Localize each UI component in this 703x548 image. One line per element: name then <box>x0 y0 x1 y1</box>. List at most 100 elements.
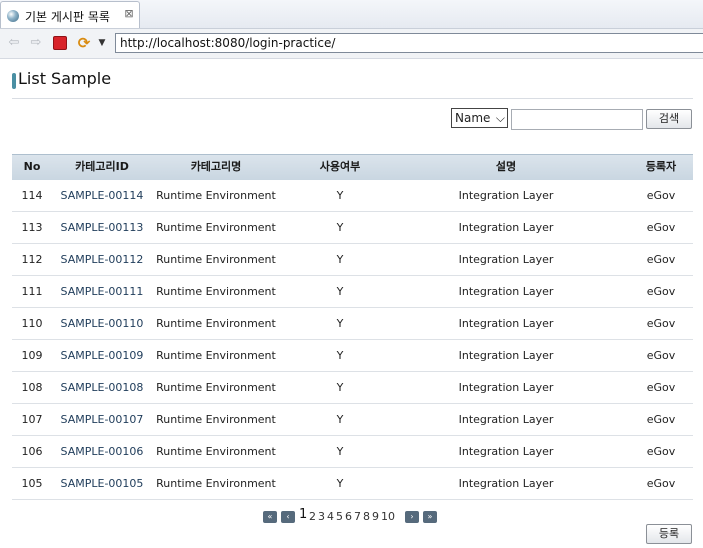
title-divider <box>12 98 693 99</box>
search-button[interactable]: 검색 <box>646 109 692 129</box>
table-row: 109 SAMPLE-00109 Runtime Environment Y I… <box>12 340 693 372</box>
table-row: 112 SAMPLE-00112 Runtime Environment Y I… <box>12 244 693 276</box>
search-input[interactable] <box>511 109 643 130</box>
search-type-select[interactable]: Name ⌵ <box>451 108 508 128</box>
cell-registrant: eGov <box>646 413 676 426</box>
title-marker-icon <box>12 73 16 89</box>
cell-no: 109 <box>21 349 43 362</box>
cell-category-id-link[interactable]: SAMPLE-00112 <box>56 244 148 275</box>
column-header-use-flag[interactable]: 사용여부 <box>310 155 370 181</box>
cell-registrant: eGov <box>646 317 676 330</box>
page-link[interactable]: 9 <box>372 509 379 525</box>
column-header-registrant[interactable]: 등록자 <box>638 155 684 181</box>
cell-description: Integration Layer <box>458 381 554 394</box>
cell-description: Integration Layer <box>458 253 554 266</box>
browser-tab[interactable]: 기본 게시판 목록 ⊠ <box>0 1 140 28</box>
cell-category-name: Runtime Environment <box>156 349 276 362</box>
cell-use-flag: Y <box>336 221 344 234</box>
page-link[interactable]: 8 <box>363 509 370 525</box>
prev-page-icon[interactable]: ‹ <box>281 511 295 523</box>
cell-description: Integration Layer <box>458 413 554 426</box>
forward-arrow-icon[interactable]: ⇨ <box>27 34 45 52</box>
cell-use-flag: Y <box>336 413 344 426</box>
table-row: 106 SAMPLE-00106 Runtime Environment Y I… <box>12 436 693 468</box>
browser-nav-bar: ⇦ ⇨ ⟳ ▼ http://localhost:8080/login-prac… <box>0 29 703 59</box>
table-row: 105 SAMPLE-00105 Runtime Environment Y I… <box>12 468 693 500</box>
chevron-down-icon: ⌵ <box>495 111 505 125</box>
cell-category-id-link[interactable]: SAMPLE-00110 <box>56 308 148 339</box>
cell-category-id-link[interactable]: SAMPLE-00113 <box>56 212 148 243</box>
cell-category-name: Runtime Environment <box>156 253 276 266</box>
cell-registrant: eGov <box>646 253 676 266</box>
cell-category-name: Runtime Environment <box>156 221 276 234</box>
cell-use-flag: Y <box>336 349 344 362</box>
cell-use-flag: Y <box>336 253 344 266</box>
last-page-icon[interactable]: » <box>423 511 437 523</box>
cell-category-name: Runtime Environment <box>156 381 276 394</box>
page-link[interactable]: 5 <box>336 509 343 525</box>
page-link[interactable]: 3 <box>318 509 325 525</box>
cell-description: Integration Layer <box>458 189 554 202</box>
cell-no: 105 <box>21 477 43 490</box>
page-link[interactable]: 6 <box>345 509 352 525</box>
cell-category-name: Runtime Environment <box>156 285 276 298</box>
page-link[interactable]: 7 <box>354 509 361 525</box>
cell-no: 111 <box>21 285 43 298</box>
cell-no: 114 <box>21 189 43 202</box>
cell-category-id-link[interactable]: SAMPLE-00105 <box>56 468 148 499</box>
globe-icon <box>7 10 19 22</box>
cell-description: Integration Layer <box>458 349 554 362</box>
column-header-category-id[interactable]: 카테고리ID <box>56 155 148 181</box>
search-type-value: Name <box>455 111 491 125</box>
next-page-icon[interactable]: › <box>405 511 419 523</box>
refresh-icon[interactable]: ⟳ <box>75 34 93 52</box>
page-link[interactable]: 2 <box>309 509 316 525</box>
cell-description: Integration Layer <box>458 477 554 490</box>
close-tab-icon[interactable]: ⊠ <box>123 7 135 21</box>
cell-category-id-link[interactable]: SAMPLE-00111 <box>56 276 148 307</box>
column-header-description[interactable]: 설명 <box>432 155 580 181</box>
cell-registrant: eGov <box>646 445 676 458</box>
page-link[interactable]: 4 <box>327 509 334 525</box>
page-title: List Sample <box>18 69 112 88</box>
cell-category-name: Runtime Environment <box>156 445 276 458</box>
address-bar[interactable]: http://localhost:8080/login-practice/ <box>115 33 703 53</box>
page-link[interactable]: 10 <box>381 509 395 525</box>
cell-category-id-link[interactable]: SAMPLE-00106 <box>56 436 148 467</box>
table-row: 110 SAMPLE-00110 Runtime Environment Y I… <box>12 308 693 340</box>
tab-title: 기본 게시판 목록 <box>25 10 110 24</box>
cell-description: Integration Layer <box>458 317 554 330</box>
cell-use-flag: Y <box>336 317 344 330</box>
cell-use-flag: Y <box>336 189 344 202</box>
cell-registrant: eGov <box>646 189 676 202</box>
cell-category-name: Runtime Environment <box>156 477 276 490</box>
cell-description: Integration Layer <box>458 285 554 298</box>
cell-category-name: Runtime Environment <box>156 413 276 426</box>
table-header: No 카테고리ID 카테고리명 사용여부 설명 등록자 <box>12 154 693 180</box>
browser-tab-strip: 기본 게시판 목록 ⊠ <box>0 0 703 29</box>
first-page-icon[interactable]: « <box>263 511 277 523</box>
cell-category-id-link[interactable]: SAMPLE-00109 <box>56 340 148 371</box>
column-header-category-name[interactable]: 카테고리명 <box>154 155 278 181</box>
cell-no: 110 <box>21 317 43 330</box>
table-row: 108 SAMPLE-00108 Runtime Environment Y I… <box>12 372 693 404</box>
column-header-no[interactable]: No <box>18 155 46 181</box>
cell-category-name: Runtime Environment <box>156 189 276 202</box>
cell-registrant: eGov <box>646 381 676 394</box>
cell-use-flag: Y <box>336 381 344 394</box>
back-arrow-icon[interactable]: ⇦ <box>5 34 23 52</box>
cell-category-id-link[interactable]: SAMPLE-00108 <box>56 372 148 403</box>
register-button[interactable]: 등록 <box>646 524 692 544</box>
cell-no: 107 <box>21 413 43 426</box>
dropdown-menu-icon[interactable]: ▼ <box>95 34 109 52</box>
cell-use-flag: Y <box>336 445 344 458</box>
table-row: 113 SAMPLE-00113 Runtime Environment Y I… <box>12 212 693 244</box>
stop-icon[interactable] <box>51 34 69 52</box>
cell-registrant: eGov <box>646 477 676 490</box>
cell-registrant: eGov <box>646 349 676 362</box>
cell-category-id-link[interactable]: SAMPLE-00107 <box>56 404 148 435</box>
page-link-current[interactable]: 1 <box>299 507 307 523</box>
table-row: 114 SAMPLE-00114 Runtime Environment Y I… <box>12 180 693 212</box>
cell-use-flag: Y <box>336 477 344 490</box>
cell-category-id-link[interactable]: SAMPLE-00114 <box>56 180 148 211</box>
